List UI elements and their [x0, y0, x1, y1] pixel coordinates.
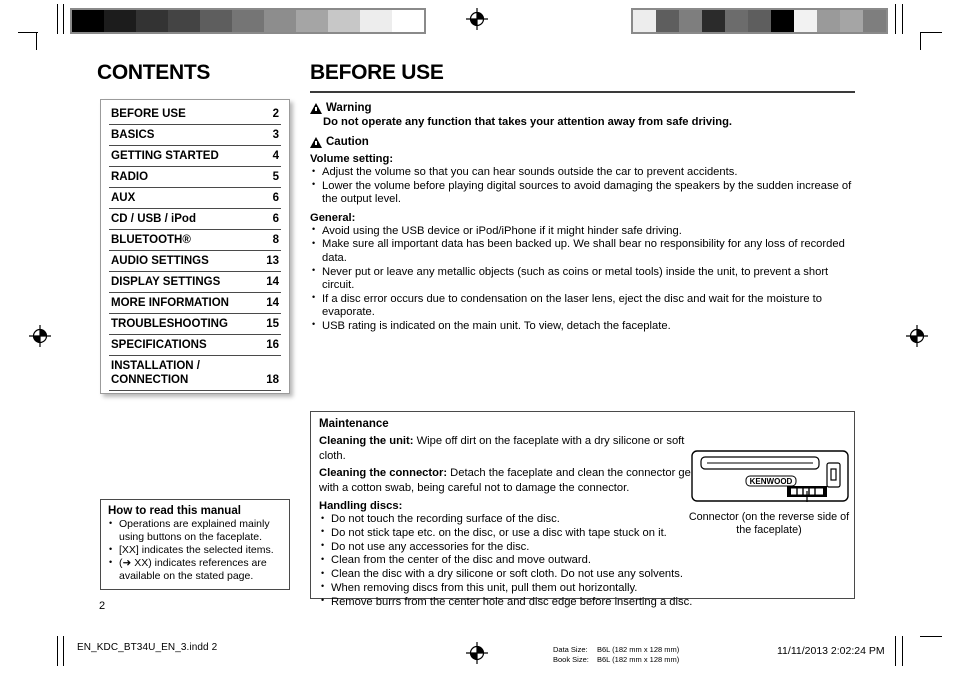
- how-to-read-this-manual-box: How to read this manual Operations are e…: [100, 499, 290, 590]
- footer-timestamp: 11/11/2013 2:02:24 PM: [777, 645, 885, 657]
- warning-heading: Warning: [310, 102, 858, 114]
- caution-heading-label: Caution: [326, 136, 369, 148]
- toc-row-page: 18: [266, 374, 279, 386]
- toc-row-page: 14: [266, 276, 279, 288]
- footer-filename: EN_KDC_BT34U_EN_3.indd 2: [77, 642, 218, 653]
- caution-heading: Caution: [310, 136, 858, 148]
- toc-row-label: GETTING STARTED: [111, 150, 219, 162]
- toc-row-page: 16: [266, 339, 279, 351]
- toc-row[interactable]: CD / USB / iPod 6: [109, 209, 281, 230]
- caution-bullet: Make sure all important data has been ba…: [310, 237, 858, 265]
- page-number: 2: [99, 600, 106, 612]
- page-title-before-use: BEFORE USE: [310, 61, 444, 84]
- how-to-read-item: [XX] indicates the selected items.: [108, 543, 282, 557]
- toc-row-label: RADIO: [111, 171, 149, 183]
- data-size-value: B6L (182 mm x 128 mm): [597, 645, 680, 654]
- table-of-contents: BEFORE USE 2 BASICS 3 GETTING STARTED 4 RADIO 5…: [100, 99, 290, 394]
- toc-row[interactable]: BASICS 3: [109, 125, 281, 146]
- warning-text: Do not operate any function that takes y…: [323, 116, 733, 128]
- toc-row-label: TROUBLESHOOTING: [111, 318, 228, 330]
- toc-row-label: AUDIO SETTINGS: [111, 255, 209, 267]
- footer-sizes: Data Size: B6L (182 mm x 128 mm) Book Si…: [553, 645, 679, 664]
- toc-row-page: 2: [272, 108, 279, 120]
- toc-row-label: CD / USB / iPod: [111, 213, 196, 225]
- cleaning-the-unit-text: Cleaning the unit: Wipe off dirt on the …: [319, 434, 714, 463]
- warning-heading-label: Warning: [326, 102, 372, 114]
- cleaning-the-connector-text: Cleaning the connector: Detach the facep…: [319, 466, 714, 495]
- handling-discs-item: Do not use any accessories for the disc.: [319, 539, 846, 555]
- toc-row[interactable]: BEFORE USE 2: [109, 104, 281, 125]
- caution-groups: Volume setting:Adjust the volume so that…: [310, 152, 858, 334]
- cleaning-the-unit-label: Cleaning the unit:: [319, 435, 414, 447]
- toc-row-page: 4: [272, 150, 279, 162]
- toc-row-label: SPECIFICATIONS: [111, 339, 207, 351]
- toc-row-page: 13: [266, 255, 279, 267]
- svg-text:KENWOOD: KENWOOD: [750, 477, 793, 486]
- how-to-read-item: Operations are explained mainly using bu…: [108, 517, 282, 544]
- toc-row-page: 3: [272, 129, 279, 141]
- handling-discs-item: Clean the disc with a dry silicone or so…: [319, 567, 846, 582]
- handling-discs-item: Remove burrs from the center hole and di…: [319, 594, 846, 610]
- book-size-label: Book Size:: [553, 654, 589, 664]
- toc-row-label: BASICS: [111, 129, 155, 141]
- toc-row-label: AUX: [111, 192, 136, 204]
- toc-row-page: 6: [272, 213, 279, 225]
- book-size-value: B6L (182 mm x 128 mm): [597, 654, 680, 664]
- caution-bullet: Adjust the volume so that you can hear s…: [310, 165, 858, 180]
- caution-bullet: Lower the volume before playing digital …: [310, 178, 858, 207]
- cleaning-the-connector-label: Cleaning the connector:: [319, 467, 448, 479]
- toc-row[interactable]: DISPLAY SETTINGS 14: [109, 272, 281, 293]
- toc-row[interactable]: MORE INFORMATION 14: [109, 293, 281, 314]
- toc-row[interactable]: GETTING STARTED 4: [109, 146, 281, 167]
- toc-row-label: INSTALLATION / CONNECTION: [111, 360, 201, 386]
- how-to-read-title: How to read this manual: [108, 505, 241, 517]
- before-use-content: Warning Do not operate any function that…: [310, 99, 858, 334]
- toc-row[interactable]: BLUETOOTH® 8: [109, 230, 281, 251]
- faceplate-illustration-icon: KENWOOD: [691, 450, 849, 508]
- caution-bullet: If a disc error occurs due to condensati…: [310, 291, 858, 320]
- toc-row-page: 14: [266, 297, 279, 309]
- toc-row[interactable]: RADIO 5: [109, 167, 281, 188]
- toc-row-page: 8: [272, 234, 279, 246]
- faceplate-figure-caption: Connector (on the reverse side of the fa…: [688, 511, 850, 536]
- caution-group-heading: General:: [310, 211, 356, 224]
- maintenance-title: Maintenance: [319, 418, 389, 430]
- toc-row-page: 15: [266, 318, 279, 330]
- manual-page: CONTENTS BEFORE USE BEFORE USE 2 BASICS 3 GE…: [0, 0, 954, 673]
- handling-discs-item: Clean from the center of the disc and mo…: [319, 553, 846, 568]
- toc-row[interactable]: AUDIO SETTINGS 13: [109, 251, 281, 272]
- toc-row[interactable]: AUX 6: [109, 188, 281, 209]
- section-divider: [310, 91, 855, 93]
- caution-group-heading: Volume setting:: [310, 153, 394, 165]
- caution-bullet: USB rating is indicated on the main unit…: [310, 318, 858, 334]
- faceplate-figure: KENWOOD Connector (on the reverse side o…: [689, 450, 849, 537]
- handling-discs-item: When removing discs from this unit, pull…: [319, 581, 846, 596]
- toc-row[interactable]: INSTALLATION / CONNECTION 18: [109, 356, 281, 391]
- how-to-read-list: Operations are explained mainly using bu…: [108, 517, 282, 583]
- toc-row-label: DISPLAY SETTINGS: [111, 276, 221, 288]
- toc-row-page: 6: [272, 192, 279, 204]
- caution-bullet: Avoid using the USB device or iPod/iPhon…: [310, 223, 858, 239]
- how-to-read-item: (➜ XX) indicates references are availabl…: [108, 556, 282, 583]
- warning-triangle-icon: [310, 102, 322, 114]
- caution-bullet: Never put or leave any metallic objects …: [310, 264, 858, 293]
- toc-row[interactable]: TROUBLESHOOTING 15: [109, 314, 281, 335]
- toc-row-label: BLUETOOTH®: [111, 234, 191, 246]
- maintenance-box: Maintenance Cleaning the unit: Wipe off …: [310, 411, 855, 608]
- toc-row-page: 5: [272, 171, 279, 183]
- toc-row[interactable]: SPECIFICATIONS 16: [109, 335, 281, 356]
- toc-row-label: MORE INFORMATION: [111, 297, 229, 309]
- caution-triangle-icon: [310, 136, 322, 148]
- data-size-label: Data Size:: [553, 645, 588, 654]
- page-title-contents: CONTENTS: [97, 61, 211, 84]
- toc-row-label: BEFORE USE: [111, 108, 186, 120]
